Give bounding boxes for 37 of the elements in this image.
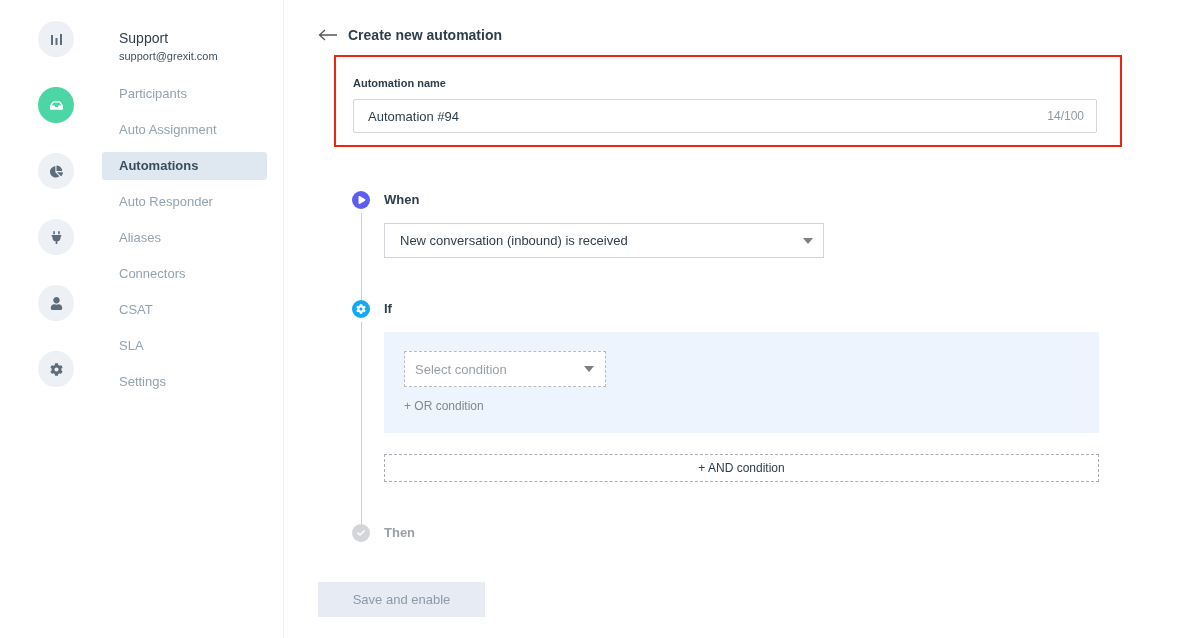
nav-item[interactable]: Participants bbox=[102, 80, 267, 108]
pie-chart-icon bbox=[49, 164, 63, 178]
nav-item[interactable]: SLA bbox=[102, 332, 267, 360]
nav-item[interactable]: Aliases bbox=[102, 224, 267, 252]
account-email: support@grexit.com bbox=[119, 50, 219, 62]
bars-icon bbox=[50, 33, 62, 45]
back-button[interactable] bbox=[318, 29, 338, 41]
name-input-field[interactable]: Automation #94 14/100 bbox=[353, 99, 1097, 133]
nav-item[interactable]: Settings bbox=[102, 368, 267, 396]
plug-icon bbox=[49, 230, 63, 244]
caret-icon bbox=[803, 237, 813, 244]
and-condition-button[interactable]: + AND condition bbox=[384, 454, 1099, 482]
sidebar-icon-button[interactable] bbox=[38, 153, 74, 189]
field-label: Automation name bbox=[353, 77, 447, 89]
sidebar-icon-button[interactable] bbox=[38, 219, 74, 255]
settings-icon bbox=[49, 362, 63, 376]
nav-item[interactable]: CSAT bbox=[102, 296, 267, 324]
character-counter: 14/100 bbox=[1047, 109, 1084, 123]
sidebar-icon-button[interactable] bbox=[38, 285, 74, 321]
condition-dropdown[interactable]: Select condition bbox=[404, 351, 606, 387]
user-icon bbox=[49, 296, 63, 310]
page-title: Create new automation bbox=[348, 27, 503, 43]
sidebar-icon-button[interactable] bbox=[38, 351, 74, 387]
step-title: If bbox=[384, 300, 393, 318]
or-condition-link[interactable]: + OR condition bbox=[404, 399, 1079, 413]
step-title: Then bbox=[384, 524, 417, 542]
back-arrow-icon bbox=[318, 29, 338, 41]
inbox-icon bbox=[49, 98, 63, 112]
nav-item[interactable]: Automations bbox=[102, 152, 267, 180]
trigger-dropdown[interactable]: New conversation (inbound) is received bbox=[384, 223, 824, 258]
sidebar-icon-button[interactable] bbox=[38, 21, 74, 57]
caret-icon bbox=[584, 366, 594, 372]
step-title: When bbox=[384, 191, 421, 209]
nav-item[interactable]: Connectors bbox=[102, 260, 267, 288]
nav-item[interactable]: Auto Assignment bbox=[102, 116, 267, 144]
account-name: Support bbox=[119, 30, 170, 46]
nav-item[interactable]: Auto Responder bbox=[102, 188, 267, 216]
